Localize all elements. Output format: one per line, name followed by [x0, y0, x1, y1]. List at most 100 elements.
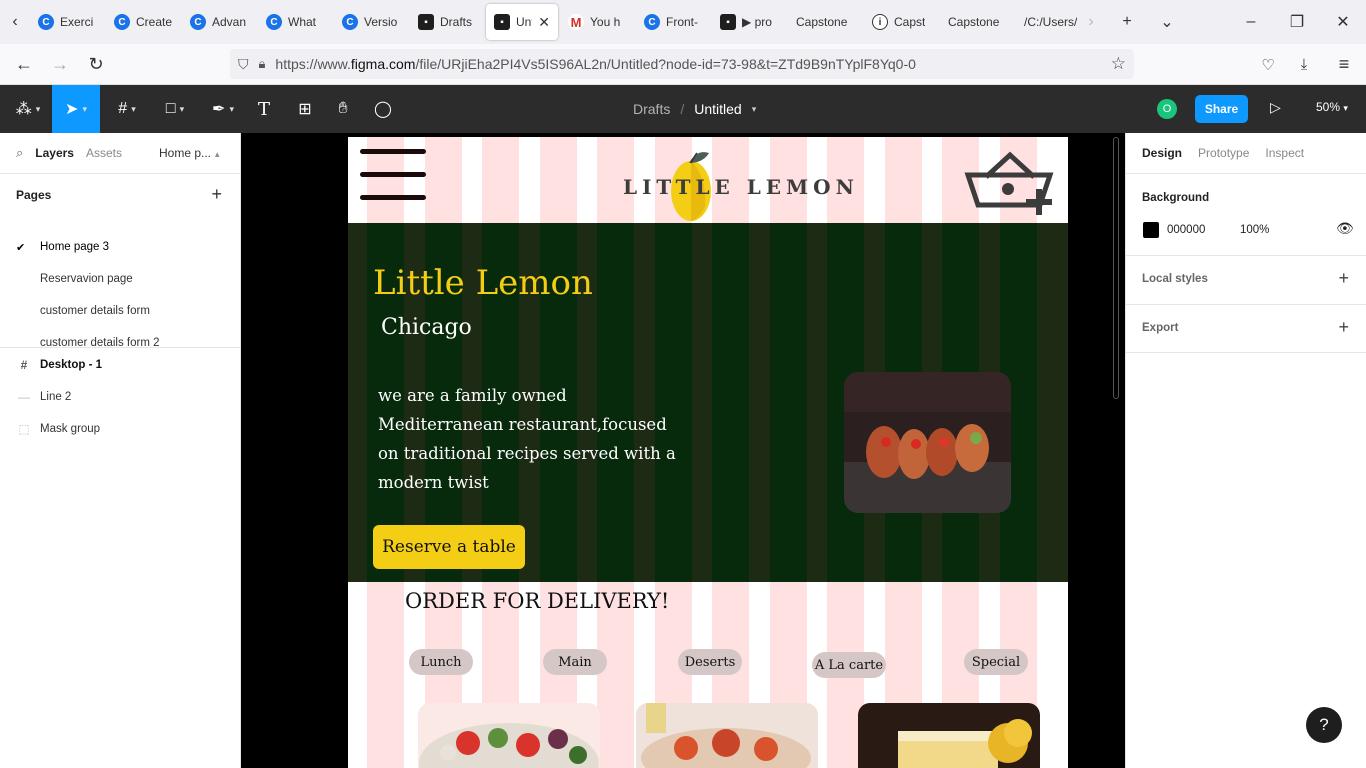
download-icon[interactable]: ⤓	[1286, 47, 1322, 83]
local-styles-section: Local styles +	[1126, 255, 1366, 304]
coursera-icon: C	[38, 14, 54, 30]
coursera-icon: C	[114, 14, 130, 30]
file-name[interactable]: Untitled	[694, 101, 741, 117]
browser-tab-title: Drafts	[440, 15, 473, 29]
left-panel-tabs: ⌕ Layers Assets Home p... ▴	[0, 133, 240, 173]
add-export-icon[interactable]: +	[1338, 317, 1349, 338]
browser-tab[interactable]: ▪ ▶ pro	[712, 4, 786, 40]
background-section: Background	[1126, 173, 1366, 255]
address-bar[interactable]: ⛉ 🔒︎ https://www.figma.com/file/URjiEha2…	[230, 49, 1134, 79]
pocket-icon[interactable]: ♡	[1250, 47, 1286, 83]
resources-icon[interactable]: ⊞	[290, 85, 320, 133]
lock-icon: 🔒︎	[258, 56, 266, 71]
menu-icon[interactable]: ≡	[1322, 47, 1366, 83]
browser-tab[interactable]: C Versio	[334, 4, 408, 40]
order-delivery-title: ORDER FOR DELIVERY!	[405, 589, 670, 613]
add-local-style-icon[interactable]: +	[1338, 268, 1349, 289]
tab-design[interactable]: Design	[1142, 146, 1182, 160]
category-pill[interactable]: Special	[964, 649, 1028, 675]
browser-tab-title: Capst	[894, 15, 926, 29]
browser-tab[interactable]: i Capst	[864, 4, 938, 40]
page-item[interactable]: customer details form	[0, 295, 240, 327]
browser-tab-title: Create	[136, 15, 172, 29]
category-pill[interactable]: Main	[543, 649, 607, 675]
frame-tool-icon[interactable]: # ▾	[106, 85, 148, 133]
browser-tab-title: You h	[590, 15, 621, 29]
layer-item[interactable]: ⬚ Mask group	[0, 413, 240, 445]
close-window-button[interactable]: ✕	[1320, 0, 1366, 44]
layer-item-label: Line 2	[40, 391, 72, 403]
present-play-icon[interactable]: ▷	[1270, 99, 1281, 116]
comment-tool-icon[interactable]: ◯	[368, 85, 398, 133]
shield-icon: ⛉	[238, 55, 249, 72]
browser-tab-title: Versio	[364, 15, 398, 29]
category-pill[interactable]: A La carte	[812, 652, 886, 678]
canvas-scrollbar[interactable]	[1113, 137, 1119, 399]
background-hex-input[interactable]: 000000	[1167, 224, 1205, 236]
browser-tab[interactable]: ▪ Drafts	[410, 4, 484, 40]
browser-tab[interactable]: C Exerci	[30, 4, 104, 40]
page-item[interactable]: ✔ Home page 3	[0, 231, 240, 263]
tab-layers[interactable]: Layers	[35, 146, 74, 160]
layer-item[interactable]: — Line 2	[0, 381, 240, 413]
desktop-frame[interactable]: LITTLE LEMON Little Lemon Chicago we are…	[348, 137, 1068, 768]
browser-tab[interactable]: C Advan	[182, 4, 256, 40]
background-color-swatch[interactable]	[1143, 222, 1159, 238]
file-menu-chevron-icon[interactable]: ▾	[752, 104, 757, 115]
hamburger-menu-icon[interactable]	[360, 149, 426, 203]
move-tool-icon[interactable]: ➤ ▾	[52, 85, 100, 133]
page-item-label: Reservavion page	[40, 273, 133, 285]
pen-tool-icon[interactable]: ✒ ▾	[202, 85, 244, 133]
tab-prototype[interactable]: Prototype	[1198, 146, 1249, 160]
canvas[interactable]: LITTLE LEMON Little Lemon Chicago we are…	[241, 133, 1125, 768]
browser-tab[interactable]: C What	[258, 4, 332, 40]
visibility-eye-icon[interactable]: 👁︎	[1336, 220, 1354, 237]
forward-button[interactable]: →	[42, 46, 78, 82]
pages-header: Pages +	[0, 173, 240, 215]
frame-icon: #	[20, 358, 28, 372]
restore-window-button[interactable]: ❐	[1274, 0, 1320, 44]
search-layers-icon[interactable]: ⌕	[16, 145, 23, 161]
export-section: Export +	[1126, 304, 1366, 353]
share-button[interactable]: Share	[1195, 95, 1248, 123]
back-button[interactable]: ←	[6, 46, 42, 82]
info-icon: i	[872, 14, 888, 30]
layer-item[interactable]: # Desktop - 1	[0, 349, 240, 381]
tab-scroll-right-icon[interactable]: ›	[1068, 0, 1114, 44]
minimize-window-button[interactable]: –	[1228, 0, 1274, 44]
page-item[interactable]: Reservavion page	[0, 263, 240, 295]
page-selector[interactable]: Home p... ▴	[159, 146, 220, 160]
browser-nav-bar: ← → ↻ ⛉ 🔒︎ https://www.figma.com/file/UR…	[0, 44, 1366, 85]
text-tool-icon[interactable]: T	[250, 85, 278, 133]
layer-item-label: Mask group	[40, 423, 101, 435]
bookmark-star-icon[interactable]: ☆	[1111, 54, 1126, 74]
browser-tab[interactable]: Capstone	[788, 4, 862, 40]
background-opacity-input[interactable]: 100%	[1240, 224, 1269, 236]
tab-assets[interactable]: Assets	[86, 146, 122, 160]
tab-scroll-left-icon[interactable]: ‹	[0, 0, 30, 44]
hand-tool-icon[interactable]: ✋︎	[328, 85, 358, 133]
drafts-link[interactable]: Drafts	[633, 101, 670, 117]
figma-menu-icon[interactable]: ⁂ ▾	[6, 85, 50, 133]
avatar[interactable]: O	[1157, 99, 1177, 119]
tab-inspect[interactable]: Inspect	[1265, 146, 1304, 160]
basket-add-icon[interactable]	[964, 149, 1056, 215]
browser-tab[interactable]: M You h	[560, 4, 634, 40]
browser-tab[interactable]: C Create	[106, 4, 180, 40]
category-pill[interactable]: Deserts	[678, 649, 742, 675]
help-button[interactable]: ?	[1306, 707, 1342, 743]
reserve-table-button[interactable]: Reserve a table	[373, 525, 525, 569]
reload-button[interactable]: ↻	[78, 46, 114, 82]
shape-tool-icon[interactable]: □ ▾	[154, 85, 196, 133]
close-tab-icon[interactable]: ✕	[538, 14, 550, 31]
browser-tab[interactable]: Capstone	[940, 4, 1014, 40]
browser-tab[interactable]: C Front-	[636, 4, 710, 40]
zoom-chevron-icon: ▾	[1343, 103, 1348, 113]
page-item-label: Home page 3	[40, 241, 110, 253]
category-pill[interactable]: Lunch	[409, 649, 473, 675]
add-page-icon[interactable]: +	[211, 184, 222, 205]
zoom-menu[interactable]: 50% ▾	[1316, 100, 1348, 114]
chevron-up-icon: ▴	[215, 149, 220, 159]
tab-list-chevron-icon[interactable]: ⌄	[1144, 0, 1190, 44]
browser-tab[interactable]: ▪ Unt ✕	[486, 4, 558, 40]
